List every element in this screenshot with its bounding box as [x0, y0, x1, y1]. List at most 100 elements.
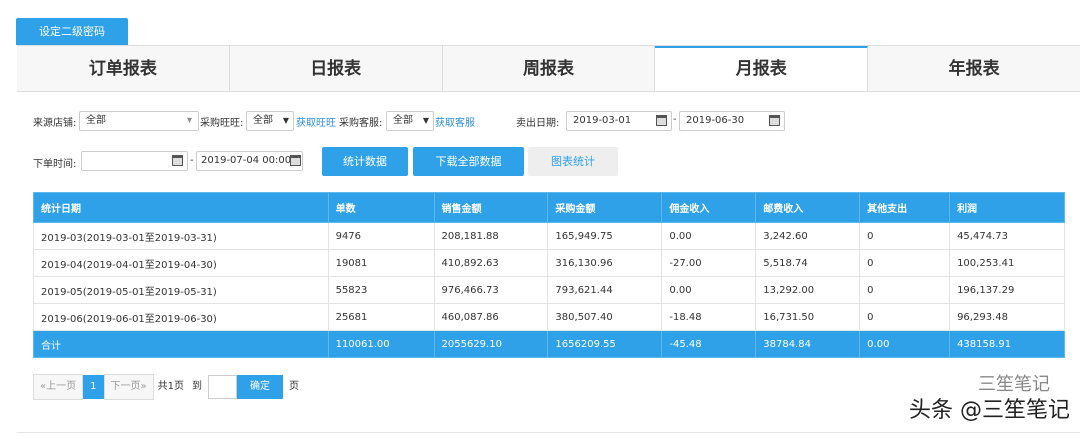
chart-stats-button[interactable]: 图表统计 — [528, 147, 618, 176]
table-cell: 208,181.88 — [433, 222, 549, 250]
divider — [17, 432, 1080, 433]
column-header: 利润 — [949, 192, 1065, 223]
calendar-icon[interactable] — [769, 115, 780, 126]
goto-label: 到 — [192, 381, 202, 392]
tab-weekly-report[interactable]: 周报表 — [443, 46, 656, 91]
column-header: 邮费收入 — [755, 192, 861, 223]
total-cell: -45.48 — [661, 330, 757, 358]
stats-button[interactable]: 统计数据 — [322, 147, 408, 176]
wangwang-select[interactable]: 全部 ▼ — [246, 111, 294, 131]
chevron-down-icon: ▾ — [186, 115, 192, 126]
page-suffix: 页 — [289, 381, 299, 392]
table-cell: 196,137.29 — [949, 276, 1065, 304]
download-all-button[interactable]: 下载全部数据 — [413, 147, 524, 176]
prev-page-button[interactable]: «上一页 — [33, 374, 84, 400]
report-tabs: 订单报表 日报表 周报表 月报表 年报表 — [17, 45, 1080, 92]
table-row: 2019-06(2019-06-01至2019-06-30) 25681 460,0… — [33, 303, 1065, 331]
tab-yearly-report[interactable]: 年报表 — [868, 46, 1080, 91]
service-select[interactable]: 全部 ▼ — [386, 111, 434, 131]
tab-order-report[interactable]: 订单报表 — [17, 46, 230, 91]
total-cell: 2055629.10 — [433, 330, 549, 358]
table-cell: 25681 — [327, 303, 435, 331]
table-cell: 55823 — [327, 276, 435, 304]
total-cell: 1656209.55 — [547, 330, 663, 358]
table-cell: 2019-06(2019-06-01至2019-06-30) — [33, 303, 329, 331]
monthly-report-table: 统计日期 单数 销售金额 采购金额 佣金收入 邮费收入 其他支出 利润 2019-03(201… — [33, 192, 1065, 358]
table-cell: 3,242.60 — [755, 222, 861, 250]
table-cell: 380,507.40 — [547, 303, 663, 331]
table-cell: 0 — [859, 303, 951, 331]
service-value: 全部 — [393, 115, 413, 126]
tab-daily-report[interactable]: 日报表 — [230, 46, 443, 91]
column-header: 其他支出 — [859, 192, 951, 223]
table-cell: 460,087.86 — [433, 303, 549, 331]
total-cell: 438158.91 — [949, 330, 1065, 358]
table-cell: 13,292.00 — [755, 276, 861, 304]
table-cell: 100,253.41 — [949, 249, 1065, 277]
set-secondary-password-button[interactable]: 设定二级密码 — [16, 18, 128, 45]
table-cell: 2019-05(2019-05-01至2019-05-31) — [33, 276, 329, 304]
table-cell: -18.48 — [661, 303, 757, 331]
table-row: 2019-03(2019-03-01至2019-03-31) 9476 208,18… — [33, 222, 1065, 250]
sell-date-label: 卖出日期: — [516, 118, 560, 129]
table-cell: 0 — [859, 276, 951, 304]
get-service-link[interactable]: 获取客服 — [435, 114, 475, 129]
page-1-button[interactable]: 1 — [83, 375, 104, 399]
table-row: 2019-05(2019-05-01至2019-05-31) 55823 976,4… — [33, 276, 1065, 304]
column-header: 销售金额 — [433, 192, 549, 223]
sell-date-to-input[interactable]: 2019-06-30 — [679, 111, 785, 131]
order-time-to-value: 2019-07-04 00:00 — [201, 155, 292, 166]
total-cell: 38784.84 — [755, 330, 861, 358]
chevron-down-icon: ▼ — [422, 116, 429, 125]
table-cell: 410,892.63 — [433, 249, 549, 277]
tab-monthly-report[interactable]: 月报表 — [655, 46, 869, 91]
column-header: 统计日期 — [33, 192, 329, 223]
table-cell: 19081 — [327, 249, 435, 277]
table-header-row: 统计日期 单数 销售金额 采购金额 佣金收入 邮费收入 其他支出 利润 — [33, 192, 1065, 223]
total-cell: 0.00 — [859, 330, 951, 358]
next-page-button[interactable]: 下一页» — [103, 374, 154, 400]
table-cell: 165,949.75 — [547, 222, 663, 250]
table-cell: 2019-04(2019-04-01至2019-04-30) — [33, 249, 329, 277]
total-cell: 合计 — [33, 330, 329, 358]
chevron-down-icon: ▼ — [282, 116, 289, 125]
time-separator: - — [190, 155, 194, 166]
goto-confirm-button[interactable]: 确定 — [237, 375, 283, 399]
service-label: 采购客服: — [339, 118, 383, 129]
table-cell: 0 — [859, 249, 951, 277]
total-row: 合计 110061.00 2055629.10 1656209.55 -45.48 387… — [33, 330, 1065, 358]
calendar-icon[interactable] — [290, 155, 301, 166]
table-cell: 0 — [859, 222, 951, 250]
watermark-line2: 头条 @三笙笔记 — [909, 398, 1070, 423]
sell-date-from-input[interactable]: 2019-03-01 — [566, 111, 672, 131]
total-cell: 110061.00 — [327, 330, 435, 358]
pagination: «上一页 1 下一页» 共1页 到 确定 页 — [33, 374, 299, 400]
column-header: 佣金收入 — [661, 192, 757, 223]
table-row: 2019-04(2019-04-01至2019-04-30) 19081 410,8… — [33, 249, 1065, 277]
source-shop-select[interactable]: 全部 ▾ — [79, 111, 199, 131]
table-cell: 0.00 — [661, 276, 757, 304]
calendar-icon[interactable] — [172, 155, 183, 166]
order-time-to-input[interactable]: 2019-07-04 00:00 — [196, 151, 303, 171]
order-time-from-input[interactable] — [81, 151, 188, 171]
table-cell: -27.00 — [661, 249, 757, 277]
wangwang-value: 全部 — [253, 115, 273, 126]
table-cell: 0.00 — [661, 222, 757, 250]
order-time-label: 下单时间: — [33, 159, 77, 170]
column-header: 单数 — [327, 192, 435, 223]
table-cell: 2019-03(2019-03-01至2019-03-31) — [33, 222, 329, 250]
table-cell: 96,293.48 — [949, 303, 1065, 331]
table-cell: 976,466.73 — [433, 276, 549, 304]
goto-page-input[interactable] — [208, 375, 237, 399]
table-cell: 16,731.50 — [755, 303, 861, 331]
source-shop-value: 全部 — [86, 115, 106, 126]
sell-date-from-value: 2019-03-01 — [573, 115, 632, 126]
total-pages: 共1页 — [157, 381, 184, 392]
table-cell: 316,130.96 — [547, 249, 663, 277]
calendar-icon[interactable] — [656, 115, 667, 126]
date-separator: - — [673, 114, 677, 125]
wangwang-label: 采购旺旺: — [200, 118, 244, 129]
get-wangwang-link[interactable]: 获取旺旺 — [296, 114, 336, 129]
column-header: 采购金额 — [547, 192, 663, 223]
table-cell: 5,518.74 — [755, 249, 861, 277]
